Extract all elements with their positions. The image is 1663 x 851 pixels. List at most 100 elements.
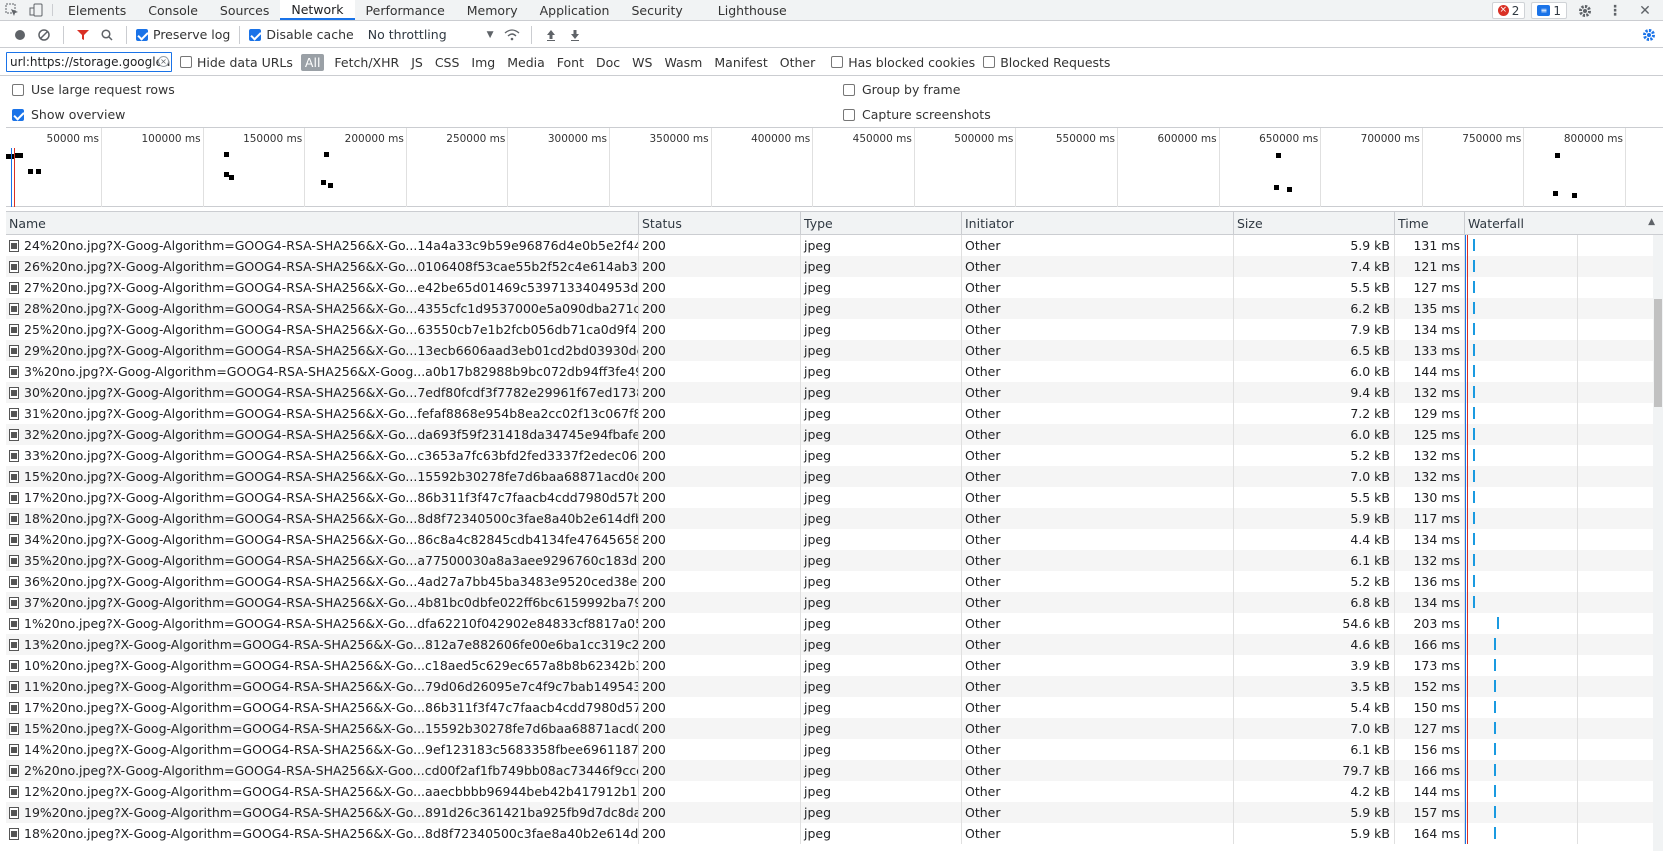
filter-type-css[interactable]: CSS <box>433 54 462 71</box>
checkbox-checked-icon[interactable] <box>249 28 262 41</box>
messages-badge[interactable]: ≡ 1 <box>1531 2 1567 19</box>
column-header-initiator[interactable]: Initiator <box>961 212 1233 235</box>
waterfall-bar[interactable] <box>1473 596 1475 608</box>
filter-input[interactable]: url:https://storage.googleapis.com× <box>6 52 172 72</box>
waterfall-bar[interactable] <box>1473 386 1475 398</box>
filter-type-font[interactable]: Font <box>555 54 586 71</box>
tab-elements[interactable]: Elements <box>57 0 137 20</box>
waterfall-bar[interactable] <box>1494 680 1496 692</box>
throttling-select[interactable]: No throttling ▼ <box>368 27 494 42</box>
tab-security[interactable]: Security <box>620 0 693 20</box>
tab-application[interactable]: Application <box>529 0 621 20</box>
filter-type-fetchxhr[interactable]: Fetch/XHR <box>332 54 401 71</box>
waterfall-bar[interactable] <box>1473 302 1475 314</box>
waterfall-bar[interactable] <box>1494 764 1496 776</box>
column-header-name[interactable]: Name <box>6 212 638 235</box>
checkbox-checked-icon[interactable] <box>12 108 24 121</box>
waterfall-bar[interactable] <box>1473 344 1475 356</box>
show-overview-checkbox[interactable]: Show overview <box>12 107 125 122</box>
table-row[interactable]: 33%20no.jpg?X-Goog-Algorithm=GOOG4-RSA-S… <box>6 445 1653 466</box>
waterfall-bar[interactable] <box>1494 743 1496 755</box>
checkbox-unchecked-icon[interactable] <box>843 108 855 121</box>
checkbox-unchecked-icon[interactable] <box>983 56 996 68</box>
search-icon[interactable] <box>97 25 117 45</box>
waterfall-bar[interactable] <box>1494 659 1496 671</box>
table-row[interactable]: 29%20no.jpg?X-Goog-Algorithm=GOOG4-RSA-S… <box>6 340 1653 361</box>
table-row[interactable]: 3%20no.jpg?X-Goog-Algorithm=GOOG4-RSA-SH… <box>6 361 1653 382</box>
waterfall-bar[interactable] <box>1473 533 1475 545</box>
tab-lighthouse[interactable]: Lighthouse <box>694 0 798 20</box>
table-row[interactable]: 27%20no.jpg?X-Goog-Algorithm=GOOG4-RSA-S… <box>6 277 1653 298</box>
checkbox-unchecked-icon[interactable] <box>831 56 844 68</box>
checkbox-unchecked-icon[interactable] <box>180 56 192 68</box>
table-row[interactable]: 32%20no.jpg?X-Goog-Algorithm=GOOG4-RSA-S… <box>6 424 1653 445</box>
table-row[interactable]: 18%20no.jpg?X-Goog-Algorithm=GOOG4-RSA-S… <box>6 508 1653 529</box>
table-row[interactable]: 15%20no.jpg?X-Goog-Algorithm=GOOG4-RSA-S… <box>6 466 1653 487</box>
filter-type-img[interactable]: Img <box>469 54 497 71</box>
tab-console[interactable]: Console <box>137 0 209 20</box>
filter-type-other[interactable]: Other <box>778 54 818 71</box>
table-row[interactable]: 15%20no.jpeg?X-Goog-Algorithm=GOOG4-RSA-… <box>6 718 1653 739</box>
waterfall-bar[interactable] <box>1473 407 1475 419</box>
table-row[interactable]: 1%20no.jpeg?X-Goog-Algorithm=GOOG4-RSA-S… <box>6 613 1653 634</box>
more-options-icon[interactable]: ⋮ <box>1603 3 1627 19</box>
filter-type-media[interactable]: Media <box>505 54 547 71</box>
tab-performance[interactable]: Performance <box>355 0 456 20</box>
filter-type-js[interactable]: JS <box>409 54 425 71</box>
waterfall-bar[interactable] <box>1473 470 1475 482</box>
settings-gear-icon[interactable] <box>1573 4 1597 18</box>
preserve-log-checkbox[interactable]: Preserve log <box>136 27 230 42</box>
column-header-size[interactable]: Size <box>1233 212 1394 235</box>
record-icon[interactable] <box>10 25 30 45</box>
tab-memory[interactable]: Memory <box>456 0 529 20</box>
waterfall-bar[interactable] <box>1473 428 1475 440</box>
has-blocked-cookies-checkbox[interactable]: Has blocked cookies <box>831 55 975 70</box>
filter-type-manifest[interactable]: Manifest <box>712 54 769 71</box>
table-row[interactable]: 13%20no.jpeg?X-Goog-Algorithm=GOOG4-RSA-… <box>6 634 1653 655</box>
waterfall-bar[interactable] <box>1473 491 1475 503</box>
waterfall-bar[interactable] <box>1473 281 1475 293</box>
blocked-requests-checkbox[interactable]: Blocked Requests <box>983 55 1110 70</box>
filter-type-wasm[interactable]: Wasm <box>662 54 704 71</box>
waterfall-bar[interactable] <box>1473 239 1475 251</box>
disable-cache-checkbox[interactable]: Disable cache <box>249 27 354 42</box>
column-header-waterfall[interactable]: Waterfall <box>1464 212 1653 235</box>
waterfall-bar[interactable] <box>1473 260 1475 272</box>
scrollbar-thumb[interactable] <box>1654 299 1662 407</box>
waterfall-bar[interactable] <box>1494 827 1496 839</box>
sort-ascending-icon[interactable]: ▲ <box>1648 217 1655 227</box>
table-row[interactable]: 28%20no.jpg?X-Goog-Algorithm=GOOG4-RSA-S… <box>6 298 1653 319</box>
table-row[interactable]: 17%20no.jpg?X-Goog-Algorithm=GOOG4-RSA-S… <box>6 487 1653 508</box>
table-row[interactable]: 17%20no.jpeg?X-Goog-Algorithm=GOOG4-RSA-… <box>6 697 1653 718</box>
export-har-icon[interactable] <box>565 25 585 45</box>
table-row[interactable]: 18%20no.jpeg?X-Goog-Algorithm=GOOG4-RSA-… <box>6 823 1653 844</box>
waterfall-bar[interactable] <box>1473 449 1475 461</box>
capture-screenshots-checkbox[interactable]: Capture screenshots <box>843 107 991 122</box>
waterfall-bar[interactable] <box>1473 323 1475 335</box>
column-header-type[interactable]: Type <box>800 212 961 235</box>
waterfall-bar[interactable] <box>1473 512 1475 524</box>
network-settings-gear-icon[interactable] <box>1639 25 1659 45</box>
table-row[interactable]: 2%20no.jpeg?X-Goog-Algorithm=GOOG4-RSA-S… <box>6 760 1653 781</box>
waterfall-bar[interactable] <box>1497 617 1499 629</box>
table-row[interactable]: 12%20no.jpeg?X-Goog-Algorithm=GOOG4-RSA-… <box>6 781 1653 802</box>
vertical-scrollbar[interactable] <box>1653 235 1663 851</box>
table-row[interactable]: 24%20no.jpg?X-Goog-Algorithm=GOOG4-RSA-S… <box>6 235 1653 256</box>
column-header-time[interactable]: Time <box>1394 212 1464 235</box>
import-har-icon[interactable] <box>541 25 561 45</box>
table-row[interactable]: 14%20no.jpeg?X-Goog-Algorithm=GOOG4-RSA-… <box>6 739 1653 760</box>
device-toolbar-icon[interactable] <box>24 0 48 20</box>
large-rows-checkbox[interactable]: Use large request rows <box>12 82 175 97</box>
filter-type-ws[interactable]: WS <box>630 54 654 71</box>
group-by-frame-checkbox[interactable]: Group by frame <box>843 82 960 97</box>
clear-icon[interactable] <box>34 25 54 45</box>
table-row[interactable]: 11%20no.jpeg?X-Goog-Algorithm=GOOG4-RSA-… <box>6 676 1653 697</box>
table-row[interactable]: 34%20no.jpg?X-Goog-Algorithm=GOOG4-RSA-S… <box>6 529 1653 550</box>
filter-type-all[interactable]: All <box>300 53 325 71</box>
checkbox-unchecked-icon[interactable] <box>843 83 855 96</box>
checkbox-unchecked-icon[interactable] <box>12 83 24 96</box>
network-conditions-icon[interactable] <box>502 25 522 45</box>
table-row[interactable]: 26%20no.jpg?X-Goog-Algorithm=GOOG4-RSA-S… <box>6 256 1653 277</box>
network-overview-timeline[interactable]: 50000 ms 100000 ms 150000 ms 200000 ms 25000… <box>6 127 1663 207</box>
hide-data-urls-checkbox[interactable]: Hide data URLs <box>180 55 293 70</box>
